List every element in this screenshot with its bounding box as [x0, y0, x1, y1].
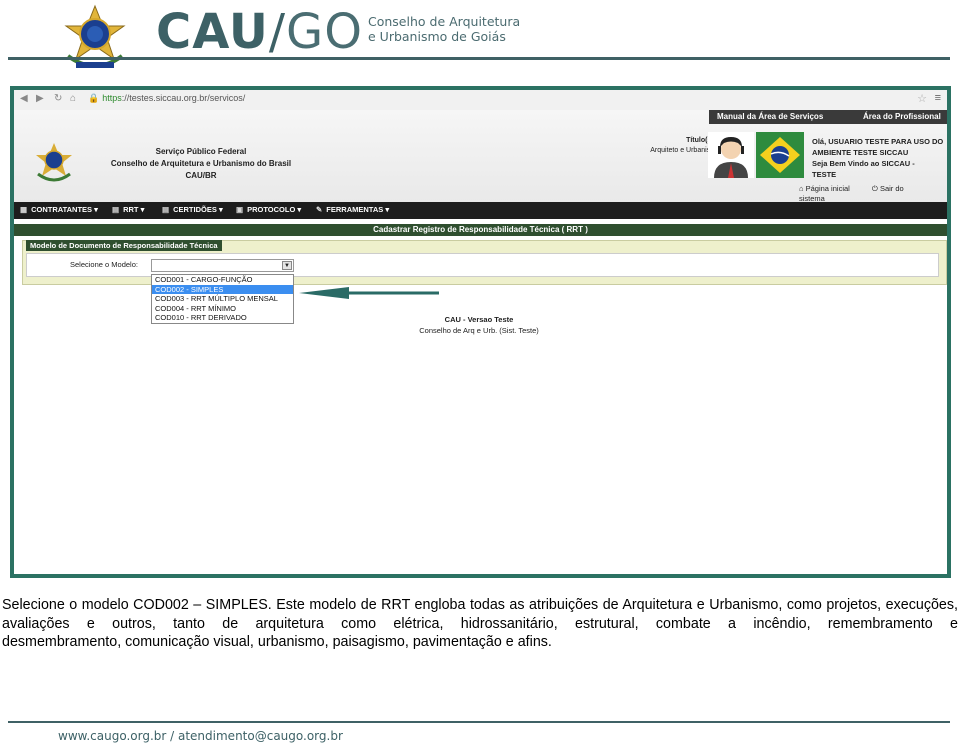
site-title-line-2: Conselho de Arquitetura e Urbanismo do B… — [110, 159, 292, 168]
nav-rrt-label: RRT — [123, 205, 139, 214]
nav-ferramentas-label: FERRAMENTAS — [326, 205, 384, 214]
screenshot-frame: ◀ ▶ ↻ ⌂ 🔒 https://testes.siccau.org.br/se… — [10, 86, 951, 578]
document-header: CAU/GO Conselho de Arquitetura e Urbanis… — [0, 0, 960, 80]
user-greeting: Olá, USUARIO TESTE PARA USO DO AMBIENTE … — [812, 136, 943, 180]
system-version: CAU - Versao Teste — [444, 315, 514, 324]
site-coat-of-arms-logo — [36, 143, 72, 182]
site-title-line-3: CAU/BR — [185, 171, 217, 180]
nav-rrt[interactable]: ▤ RRT ▾ — [112, 205, 144, 214]
lock-icon: 🔒 — [88, 93, 100, 103]
select-model-label: Selecione o Modelo: — [70, 260, 138, 269]
system-footer: CAU - Versao Teste Conselho de Arq e Urb… — [409, 314, 549, 336]
home-icon[interactable]: ⌂ — [70, 93, 76, 104]
panel-title: Modelo de Documento de Responsabilidade … — [26, 240, 222, 251]
greeting-line-3: Seja Bem Vindo ao SICCAU - — [812, 159, 915, 168]
nav-protocolo[interactable]: ▣ PROTOCOLO ▾ — [236, 205, 301, 214]
bookmark-star-icon[interactable]: ☆ — [917, 92, 927, 105]
titles-info: Título(s): Arquiteto e Urbanista — [626, 136, 716, 156]
instruction-text-end: desmembramento, comunicação visual, urba… — [2, 634, 552, 650]
nav-certidoes[interactable]: ▤ CERTIDÕES ▾ — [162, 205, 223, 214]
professional-area-link[interactable]: Área do Profissional — [863, 112, 941, 121]
nav-contratantes[interactable]: ▦ CONTRATANTES ▾ — [20, 205, 98, 214]
browser-toolbar: ◀ ▶ ↻ ⌂ 🔒 https://testes.siccau.org.br/se… — [14, 90, 947, 111]
manual-link[interactable]: Manual da Área de Serviços — [717, 112, 823, 121]
back-icon[interactable]: ◀ — [20, 93, 28, 104]
council-name: Conselho de Arquitetura e Urbanismo de G… — [368, 14, 520, 44]
site-title: Serviço Público Federal Conselho de Arqu… — [96, 146, 306, 182]
contractors-icon: ▦ — [20, 205, 28, 214]
site-header: Manual da Área de Serviços Área do Profi… — [14, 110, 947, 203]
home-page-link[interactable]: ⌂ Página inicial — [799, 184, 860, 193]
header-divider — [8, 57, 950, 60]
model-dropdown-list: COD001 - CARGO-FUNÇÃO COD002 - SIMPLES C… — [151, 274, 294, 324]
nav-contratantes-label: CONTRATANTES — [31, 205, 93, 214]
chevron-down-icon[interactable]: ▼ — [282, 261, 292, 270]
forward-icon[interactable]: ▶ — [36, 93, 44, 104]
system-council: Conselho de Arq e Urb. (Sist. Teste) — [419, 326, 539, 335]
titles-label: Título(s): — [686, 137, 716, 144]
greeting-line-4: TESTE — [812, 170, 837, 179]
option-cod003[interactable]: COD003 - RRT MÚLTIPLO MENSAL — [152, 294, 293, 304]
titles-value: Arquiteto e Urbanista — [650, 147, 716, 154]
top-links-bar: Manual da Área de Serviços Área do Profi… — [709, 110, 947, 124]
cau-logo-text: CAU/GO — [156, 4, 364, 60]
option-cod001[interactable]: COD001 - CARGO-FUNÇÃO — [152, 275, 293, 285]
home-page-label: Página inicial — [805, 184, 850, 193]
council-line-2: e Urbanismo de Goiás — [368, 29, 506, 44]
contact-footer: www.caugo.org.br / atendimento@caugo.org… — [58, 729, 343, 743]
pointer-arrow-icon — [299, 287, 439, 299]
protocol-icon: ▣ — [236, 205, 244, 214]
certificates-icon: ▤ — [162, 205, 170, 214]
site-actions: ⌂ Página inicial ⏻ Sair do sistema — [799, 184, 947, 203]
nav-certidoes-label: CERTIDÕES — [173, 205, 217, 214]
user-avatar-icon — [708, 132, 754, 178]
council-line-1: Conselho de Arquitetura — [368, 14, 521, 29]
reload-icon[interactable]: ↻ — [54, 93, 62, 104]
instruction-paragraph: Selecione o modelo COD002 – SIMPLES. Est… — [2, 596, 958, 652]
address-bar[interactable]: 🔒 https://testes.siccau.org.br/servicos/ — [88, 93, 245, 104]
brazil-flag-emblem-icon — [756, 132, 804, 178]
browser-menu-icon[interactable]: ≡ — [935, 92, 941, 104]
greeting-line-1: Olá, USUARIO TESTE PARA USO DO — [812, 137, 944, 146]
option-cod002[interactable]: COD002 - SIMPLES — [152, 284, 293, 294]
option-cod004[interactable]: COD004 - RRT MÍNIMO — [152, 304, 293, 314]
greeting-line-2: AMBIENTE TESTE SICCAU — [812, 148, 909, 157]
tools-icon: ✎ — [316, 205, 323, 214]
nav-ferramentas[interactable]: ✎ FERRAMENTAS ▾ — [316, 205, 389, 214]
page-title-banner: Cadastrar Registro de Responsabilidade T… — [14, 224, 947, 236]
footer-divider — [8, 721, 950, 723]
instruction-text-main: Selecione o modelo COD002 – SIMPLES. Est… — [2, 597, 958, 632]
site-title-line-1: Serviço Público Federal — [155, 147, 247, 156]
main-nav: ▦ CONTRATANTES ▾ ▤ RRT ▾ ▤ CERTIDÕES ▾ ▣ PRO… — [14, 202, 947, 219]
model-select[interactable]: ▼ — [151, 259, 294, 272]
nav-protocolo-label: PROTOCOLO — [247, 205, 296, 214]
brazil-coat-of-arms-logo — [64, 4, 126, 68]
rrt-icon: ▤ — [112, 205, 120, 214]
option-cod010[interactable]: COD010 - RRT DERIVADO — [152, 313, 293, 323]
